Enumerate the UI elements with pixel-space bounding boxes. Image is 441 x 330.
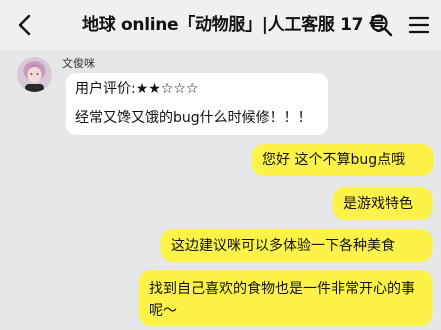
avatar-image <box>17 57 52 92</box>
message-text: 您好 这个不算bug点哦 <box>262 152 406 168</box>
avatar[interactable] <box>17 57 52 92</box>
message-text: 这边建议咪可以多体验一下各种美食 <box>171 237 395 254</box>
search-button[interactable] <box>368 12 394 38</box>
outgoing-message-bubble[interactable]: 找到自己喜欢的食物也是一件非常开心的事呢～ <box>139 270 433 326</box>
chat-title: 地球 online「动物服」|人工客服 17 号 <box>82 15 386 35</box>
outgoing-message-bubble[interactable]: 这边建议咪可以多体验一下各种美食 <box>161 229 433 262</box>
sender-name: 文俊咪 <box>62 57 95 70</box>
chat-header: 地球 online「动物服」|人工客服 17 号 <box>0 0 441 50</box>
message-text: 经常又馋又饿的bug什么时候修！！！ <box>75 110 312 126</box>
incoming-message-bubble[interactable]: 用户评价:★★☆☆☆ 经常又馋又饿的bug什么时候修！！！ <box>66 73 328 135</box>
back-arrow-icon <box>18 14 31 36</box>
outgoing-message-bubble[interactable]: 您好 这个不算bug点哦 <box>252 144 434 176</box>
menu-icon <box>408 16 430 34</box>
message-text: 用户评价:★★☆☆☆ <box>75 81 199 97</box>
outgoing-message-bubble[interactable]: 是游戏特色 <box>333 187 433 220</box>
message-text: 找到自己喜欢的食物也是一件非常开心的事呢～ <box>149 281 415 319</box>
menu-button[interactable] <box>406 12 432 38</box>
message-text: 是游戏特色 <box>343 195 413 212</box>
back-button[interactable] <box>10 9 38 41</box>
search-icon <box>370 14 393 37</box>
